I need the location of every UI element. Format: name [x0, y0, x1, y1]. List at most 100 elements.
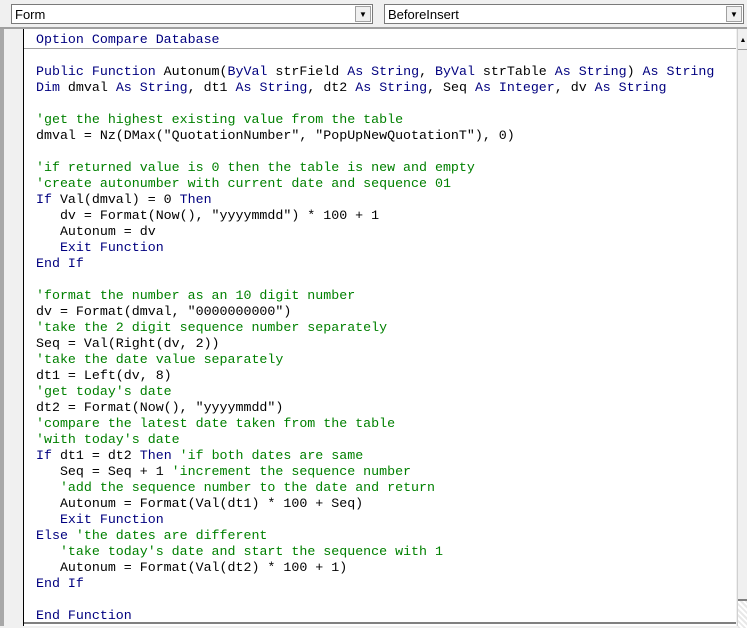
code-token: strField: [275, 64, 348, 79]
code-line[interactable]: dt1 = Left(dv, 8): [36, 368, 714, 384]
code-line[interactable]: [36, 272, 714, 288]
code-line[interactable]: 'take today's date and start the sequenc…: [36, 544, 714, 560]
code-line[interactable]: Seq = Seq + 1 'increment the sequence nu…: [36, 464, 714, 480]
comment: 'increment the sequence number: [171, 464, 412, 479]
code-line[interactable]: dt2 = Format(Now(), "yyyymmdd"): [36, 400, 714, 416]
code-line[interactable]: 'with today's date: [36, 432, 714, 448]
code-token: dv = Format(Now(), "yyyymmdd") * 100 + 1: [36, 208, 380, 223]
procedure-combobox-value: BeforeInsert: [388, 7, 459, 22]
keyword: As String: [355, 80, 428, 95]
code-line[interactable]: Autonum = dv: [36, 224, 714, 240]
code-line[interactable]: Exit Function: [36, 512, 714, 528]
code-line[interactable]: Exit Function: [36, 240, 714, 256]
code-token: dt1 = Left(dv, 8): [36, 368, 172, 383]
keyword: If: [36, 448, 60, 463]
code-line[interactable]: dv = Format(dmval, "0000000000"): [36, 304, 714, 320]
keyword: As String: [347, 64, 420, 79]
code-token: ): [626, 64, 643, 79]
object-combobox[interactable]: Form ▼: [11, 4, 373, 24]
keyword: If: [36, 192, 60, 207]
object-combobox-value: Form: [15, 7, 46, 22]
code-token: dmval = Nz(DMax("QuotationNumber", "PopU…: [36, 128, 515, 143]
code-line[interactable]: [36, 144, 714, 160]
keyword: End Function: [36, 608, 132, 623]
code-line[interactable]: 'create autonumber with current date and…: [36, 176, 714, 192]
code-token: , dv: [554, 80, 595, 95]
code-line[interactable]: 'take the date value separately: [36, 352, 714, 368]
margin-indicator-bar[interactable]: [4, 29, 23, 626]
code-token: , dt1: [187, 80, 236, 95]
code-line[interactable]: Dim dmval As String, dt1 As String, dt2 …: [36, 80, 714, 96]
code-line[interactable]: Seq = Val(Right(dv, 2)): [36, 336, 714, 352]
keyword: Exit Function: [59, 512, 164, 527]
code-line[interactable]: Public Function Autonum(ByVal strField A…: [36, 64, 714, 80]
keyword: As Integer: [474, 80, 555, 95]
keyword: Option Compare Database: [36, 32, 220, 47]
code-line[interactable]: 'compare the latest date taken from the …: [36, 416, 714, 432]
comment: 'add the sequence number to the date and…: [59, 480, 435, 495]
code-line[interactable]: 'format the number as an 10 digit number: [36, 288, 714, 304]
comment: 'compare the latest date taken from the …: [36, 416, 396, 431]
code-line[interactable]: 'if returned value is 0 then the table i…: [36, 160, 714, 176]
code-token: ,: [419, 64, 436, 79]
code-line[interactable]: dv = Format(Now(), "yyyymmdd") * 100 + 1: [36, 208, 714, 224]
keyword: As String: [115, 80, 188, 95]
code-line[interactable]: If Val(dmval) = 0 Then: [36, 192, 714, 208]
code-token: dv = Format(dmval, "0000000000"): [36, 304, 292, 319]
comment: 'take the date value separately: [36, 352, 284, 367]
code-line[interactable]: dmval = Nz(DMax("QuotationNumber", "PopU…: [36, 128, 714, 144]
comment: 'format the number as an 10 digit number: [36, 288, 356, 303]
code-line[interactable]: [36, 96, 714, 112]
code-line[interactable]: 'add the sequence number to the date and…: [36, 480, 714, 496]
vertical-scrollbar[interactable]: ▲: [737, 29, 747, 628]
scroll-up-button[interactable]: ▲: [738, 33, 747, 50]
keyword: Then: [139, 448, 180, 463]
comment: 'get today's date: [36, 384, 172, 399]
chevron-down-icon[interactable]: ▼: [726, 6, 742, 22]
keyword: End If: [36, 576, 84, 591]
scroll-track[interactable]: [738, 599, 747, 628]
code-token: , Seq: [427, 80, 475, 95]
code-token: Val(dmval) = 0: [59, 192, 180, 207]
code-line[interactable]: Option Compare Database: [36, 32, 714, 48]
comment: 'get the highest existing value from the…: [36, 112, 404, 127]
code-token: Autonum = Format(Val(dt1) * 100 + Seq): [36, 496, 364, 511]
keyword: ByVal: [227, 64, 276, 79]
comment: 'if both dates are same: [179, 448, 364, 463]
code-token: Autonum = dv: [36, 224, 156, 239]
comment: 'the dates are different: [75, 528, 268, 543]
keyword: As String: [235, 80, 308, 95]
procedure-combobox[interactable]: BeforeInsert ▼: [384, 4, 744, 24]
code-line[interactable]: 'take the 2 digit sequence number separa…: [36, 320, 714, 336]
code-token: Seq = Seq + 1: [36, 464, 172, 479]
code-line[interactable]: 'get the highest existing value from the…: [36, 112, 714, 128]
code-line[interactable]: [36, 592, 714, 608]
code-line[interactable]: [36, 48, 714, 64]
keyword: End If: [36, 256, 84, 271]
keyword: Else: [36, 528, 76, 543]
code-line[interactable]: If dt1 = dt2 Then 'if both dates are sam…: [36, 448, 714, 464]
code-token: dt2 = Format(Now(), "yyyymmdd"): [36, 400, 284, 415]
code-text[interactable]: Option Compare Database Public Function …: [36, 32, 714, 624]
keyword: Exit Function: [59, 240, 164, 255]
keyword: Dim: [36, 80, 68, 95]
code-editor[interactable]: Option Compare Database Public Function …: [24, 29, 736, 626]
chevron-down-icon[interactable]: ▼: [355, 6, 371, 22]
divider: [24, 622, 736, 624]
code-line[interactable]: 'get today's date: [36, 384, 714, 400]
code-line[interactable]: Autonum = Format(Val(dt2) * 100 + 1): [36, 560, 714, 576]
code-line[interactable]: Autonum = Format(Val(dt1) * 100 + Seq): [36, 496, 714, 512]
comment: 'take today's date and start the sequenc…: [59, 544, 443, 559]
code-token: Autonum = Format(Val(dt2) * 100 + 1): [36, 560, 348, 575]
code-line[interactable]: End If: [36, 256, 714, 272]
keyword: Then: [179, 192, 212, 207]
code-token: Seq = Val(Right(dv, 2)): [36, 336, 220, 351]
comment: 'create autonumber with current date and…: [36, 176, 451, 191]
keyword: As String: [594, 80, 667, 95]
code-token: strTable: [482, 64, 555, 79]
code-line[interactable]: End If: [36, 576, 714, 592]
code-line[interactable]: Else 'the dates are different: [36, 528, 714, 544]
